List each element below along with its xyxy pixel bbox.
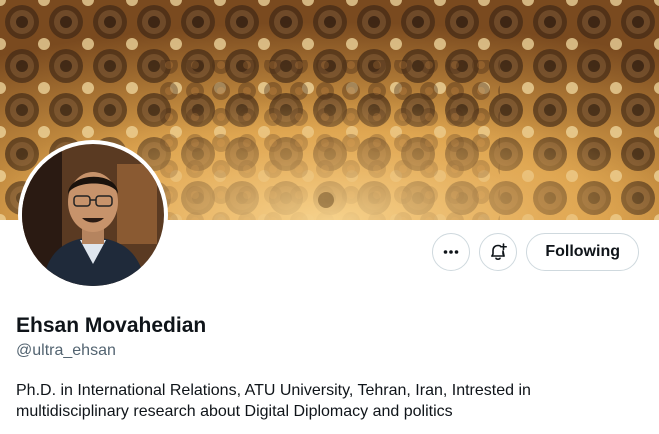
profile-header: Following Ehsan Movahedian @ultra_ehsan …	[0, 0, 659, 434]
bio-text: Ph.D. in International Relations, ATU Un…	[16, 382, 531, 420]
more-button[interactable]	[432, 233, 471, 271]
bell-plus-icon	[491, 243, 508, 260]
profile-actions: Following	[432, 233, 639, 271]
avatar[interactable]	[18, 140, 168, 290]
user-handle: @ultra_ehsan	[16, 342, 116, 359]
notifications-button[interactable]	[479, 233, 518, 271]
avatar-photo	[22, 144, 164, 286]
more-dots-icon	[444, 250, 459, 254]
following-button[interactable]: Following	[526, 233, 639, 271]
display-name: Ehsan Movahedian	[16, 314, 207, 337]
